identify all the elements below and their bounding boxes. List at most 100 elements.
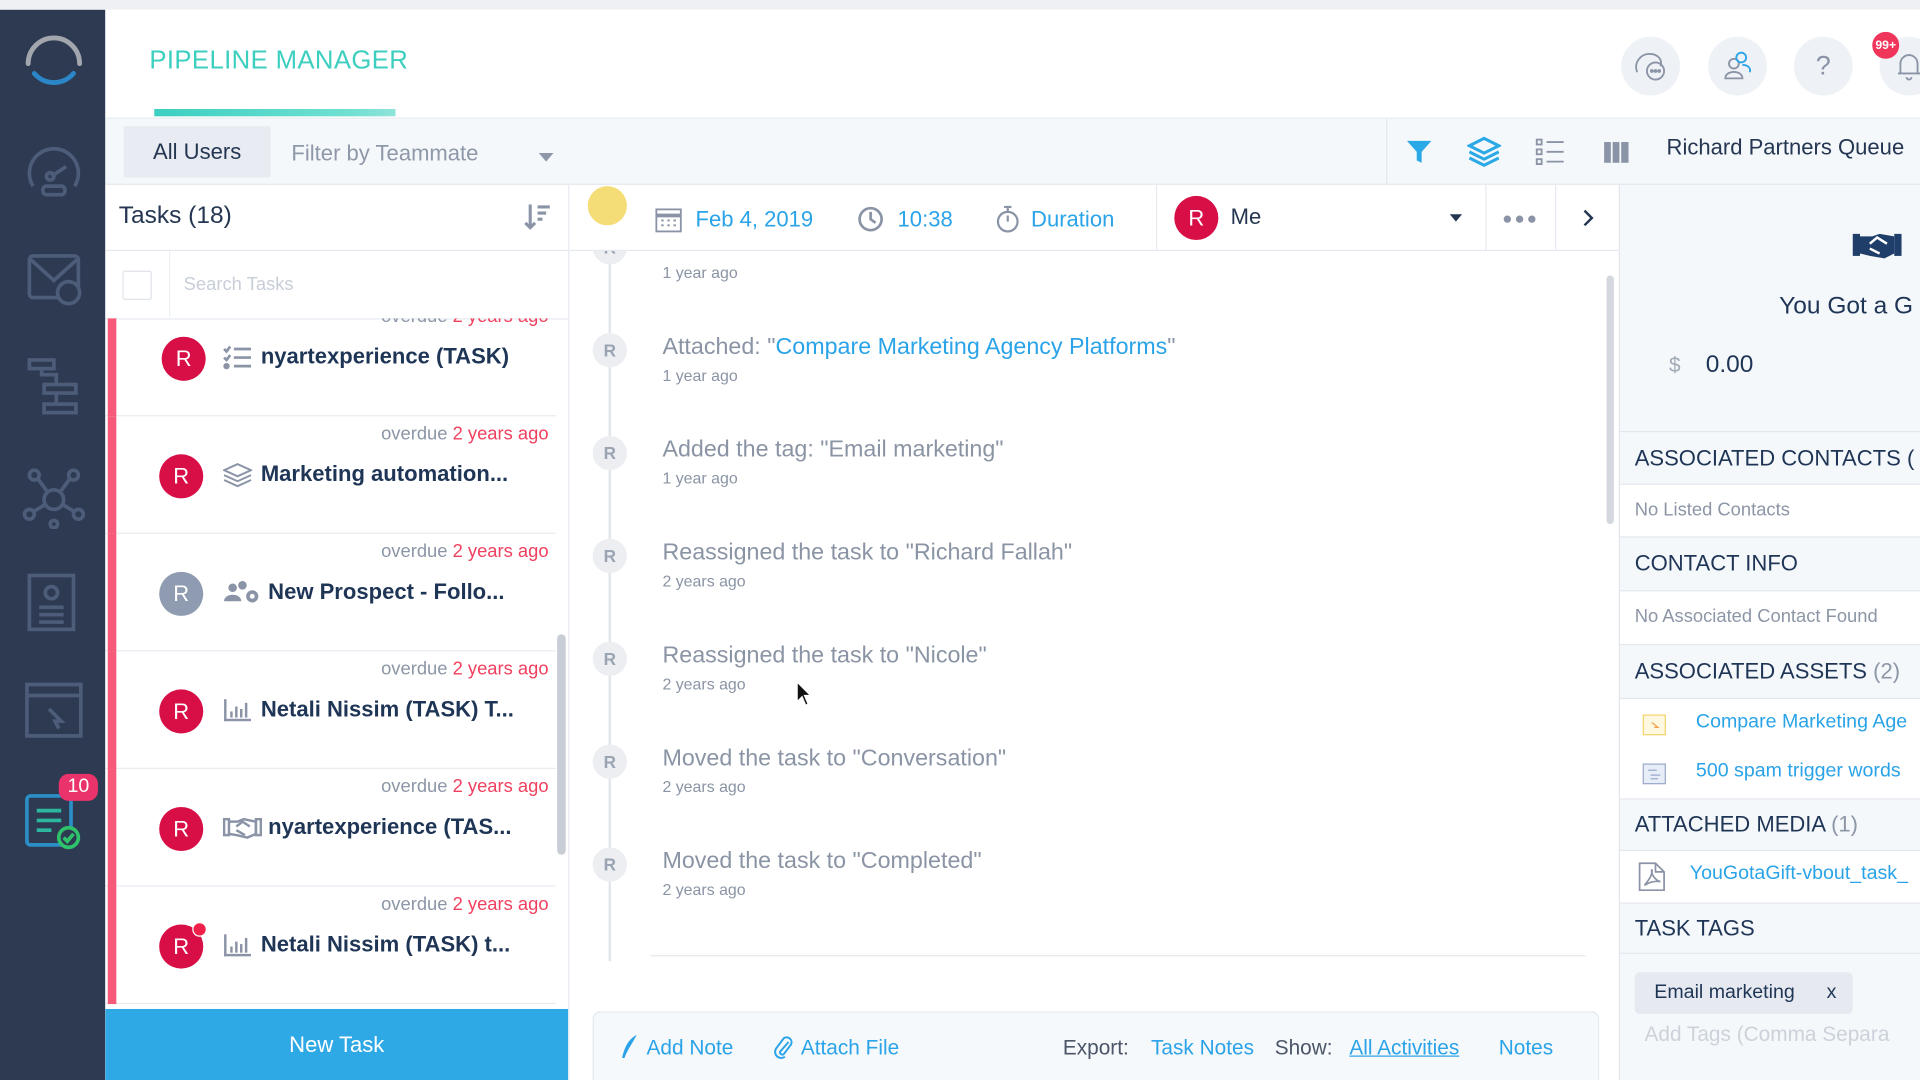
task-list: overdue 2 years ago R nyartexperience (T… bbox=[105, 318, 556, 1009]
asset-item[interactable]: Compare Marketing Age bbox=[1620, 699, 1920, 749]
activity-avatar: R bbox=[592, 435, 627, 471]
feather-icon bbox=[622, 1034, 637, 1058]
assignee-avatar: R bbox=[1174, 195, 1219, 241]
deal-amount[interactable]: 0.00 bbox=[1706, 351, 1754, 379]
currency-symbol: $ bbox=[1668, 353, 1681, 378]
logo-icon[interactable] bbox=[22, 29, 86, 93]
pdf-icon bbox=[1638, 862, 1665, 892]
chevron-right-icon[interactable] bbox=[1582, 209, 1594, 227]
sort-icon[interactable] bbox=[524, 203, 551, 230]
tag-label: Email marketing bbox=[1654, 982, 1795, 1003]
due-date[interactable]: Feb 4, 2019 bbox=[696, 207, 814, 233]
workflow-icon[interactable] bbox=[22, 355, 86, 419]
app-header: PIPELINE MANAGER ? bbox=[105, 9, 1920, 119]
timeline-scrollbar[interactable] bbox=[1606, 275, 1614, 525]
search-tasks-input[interactable] bbox=[168, 251, 561, 318]
calendar-icon[interactable] bbox=[655, 206, 682, 233]
filter-icon[interactable] bbox=[1406, 138, 1433, 165]
associated-contacts-header: ASSOCIATED CONTACTS ( bbox=[1620, 431, 1920, 485]
layers-icon[interactable] bbox=[1466, 136, 1502, 168]
attach-file-button[interactable]: Attach File bbox=[801, 1036, 899, 1060]
overdue-time: 2 years ago bbox=[452, 423, 549, 445]
landing-page-icon[interactable] bbox=[22, 680, 86, 744]
chevron-down-icon[interactable] bbox=[1449, 214, 1463, 222]
task-title: New Prospect - Follo... bbox=[268, 579, 505, 604]
duration-button[interactable]: Duration bbox=[1031, 207, 1114, 233]
no-contacts-text: No Listed Contacts bbox=[1620, 484, 1920, 538]
activity-text: Moved the task to "Conversation" bbox=[662, 746, 1006, 773]
show-label: Show: bbox=[1274, 1035, 1333, 1060]
task-title: Netali Nissim (TASK) t... bbox=[260, 931, 511, 957]
task-row[interactable]: overdue 2 years ago R Netali Nissim (TAS… bbox=[105, 886, 556, 1005]
unread-dot bbox=[192, 922, 207, 937]
activity-text: Attached: "Compare Marketing Agency Plat… bbox=[662, 334, 1175, 361]
stopwatch-icon[interactable] bbox=[996, 204, 1020, 233]
due-time[interactable]: 10:38 bbox=[898, 207, 953, 233]
chat-button[interactable] bbox=[1621, 36, 1681, 96]
task-title: nyartexperience (TASK) bbox=[260, 344, 510, 369]
task-title: Netali Nissim (TASK) T... bbox=[260, 696, 514, 722]
add-note-button[interactable]: Add Note bbox=[647, 1036, 734, 1060]
status-indicator[interactable] bbox=[587, 186, 627, 226]
remove-tag-button[interactable]: x bbox=[1827, 982, 1837, 1004]
queue-name[interactable]: Richard Partners Queue bbox=[1667, 135, 1905, 161]
assets-count: (2) bbox=[1873, 658, 1901, 684]
divider bbox=[1386, 118, 1388, 184]
asset-item[interactable]: 500 spam trigger words bbox=[1620, 748, 1920, 800]
task-list-scrollbar[interactable] bbox=[557, 634, 566, 855]
overdue-text: overdue bbox=[381, 541, 448, 563]
show-all-activities-link[interactable]: All Activities bbox=[1349, 1036, 1459, 1060]
activity-avatar: R bbox=[592, 538, 627, 574]
network-icon[interactable] bbox=[22, 465, 86, 530]
attached-media-header: ATTACHED MEDIA (1) bbox=[1620, 798, 1920, 852]
overdue-time: 2 years ago bbox=[453, 318, 549, 327]
email-icon[interactable] bbox=[22, 246, 86, 310]
export-task-notes-link[interactable]: Task Notes bbox=[1151, 1036, 1254, 1060]
list-view-icon[interactable] bbox=[1535, 138, 1565, 166]
layers-icon bbox=[221, 463, 254, 488]
clock-icon[interactable] bbox=[857, 206, 884, 233]
assignee-select[interactable]: Me bbox=[1231, 204, 1262, 230]
task-row[interactable]: overdue 2 years ago R Netali Nissim (TAS… bbox=[105, 651, 556, 769]
contacts-icon[interactable] bbox=[22, 571, 86, 635]
chevron-down-icon[interactable] bbox=[538, 153, 554, 162]
task-title: Marketing automation... bbox=[260, 461, 509, 487]
overdue-label: overdue 2 years ago bbox=[381, 541, 548, 562]
task-row[interactable]: overdue 2 years ago R Marketing automati… bbox=[105, 416, 556, 534]
activity-description: Reassigned the task to "Nicole" bbox=[662, 642, 987, 669]
activity-time: 1 year ago bbox=[662, 468, 738, 488]
more-options-icon[interactable] bbox=[1503, 215, 1536, 223]
task-row[interactable]: overdue 2 years ago R New Prospect - Fol… bbox=[105, 533, 556, 652]
media-header-label: ATTACHED MEDIA bbox=[1634, 811, 1825, 837]
all-users-tab[interactable]: All Users bbox=[123, 126, 271, 178]
divider bbox=[650, 955, 1586, 957]
activity-link[interactable]: Compare Marketing Agency Platforms bbox=[775, 334, 1167, 360]
task-row[interactable]: overdue 2 years ago R nyartexperience (T… bbox=[105, 318, 556, 417]
media-item[interactable]: YouGotaGift-vbout_task_ bbox=[1620, 851, 1920, 904]
team-button[interactable] bbox=[1708, 36, 1767, 96]
checklist-icon bbox=[223, 345, 252, 370]
show-notes-link[interactable]: Notes bbox=[1499, 1036, 1553, 1060]
select-all-checkbox[interactable] bbox=[122, 270, 152, 301]
landing-page-asset-icon bbox=[1642, 714, 1666, 736]
tasks-header: Tasks (18) bbox=[105, 185, 569, 252]
users-gear-icon bbox=[223, 580, 259, 604]
overdue-time: 2 years ago bbox=[452, 658, 549, 680]
sidebar: 10 bbox=[0, 9, 106, 1080]
help-icon[interactable]: ? bbox=[1793, 36, 1853, 96]
handshake-icon bbox=[1852, 233, 1902, 259]
activity-timeline: R 1 year ago R Attached: "Compare Marketi… bbox=[569, 251, 1618, 1010]
overdue-marker bbox=[107, 533, 117, 652]
columns-view-icon[interactable] bbox=[1604, 142, 1629, 163]
tasks-panel: Tasks (18) overdue 2 years ago R nyartex… bbox=[105, 184, 570, 1080]
overdue-text: overdue bbox=[381, 318, 447, 327]
overdue-text: overdue bbox=[381, 776, 448, 798]
email-asset-icon bbox=[1642, 763, 1666, 785]
dashboard-icon[interactable] bbox=[22, 137, 86, 201]
tasks-badge: 10 bbox=[58, 773, 98, 801]
add-tags-input[interactable] bbox=[1634, 1022, 1920, 1047]
task-row[interactable]: overdue 2 years ago R nyartexperience (T… bbox=[105, 768, 556, 887]
new-task-button[interactable]: New Task bbox=[105, 1008, 569, 1080]
teammate-filter[interactable]: Filter by Teammate bbox=[291, 141, 478, 167]
bar-chart-icon bbox=[223, 933, 252, 957]
